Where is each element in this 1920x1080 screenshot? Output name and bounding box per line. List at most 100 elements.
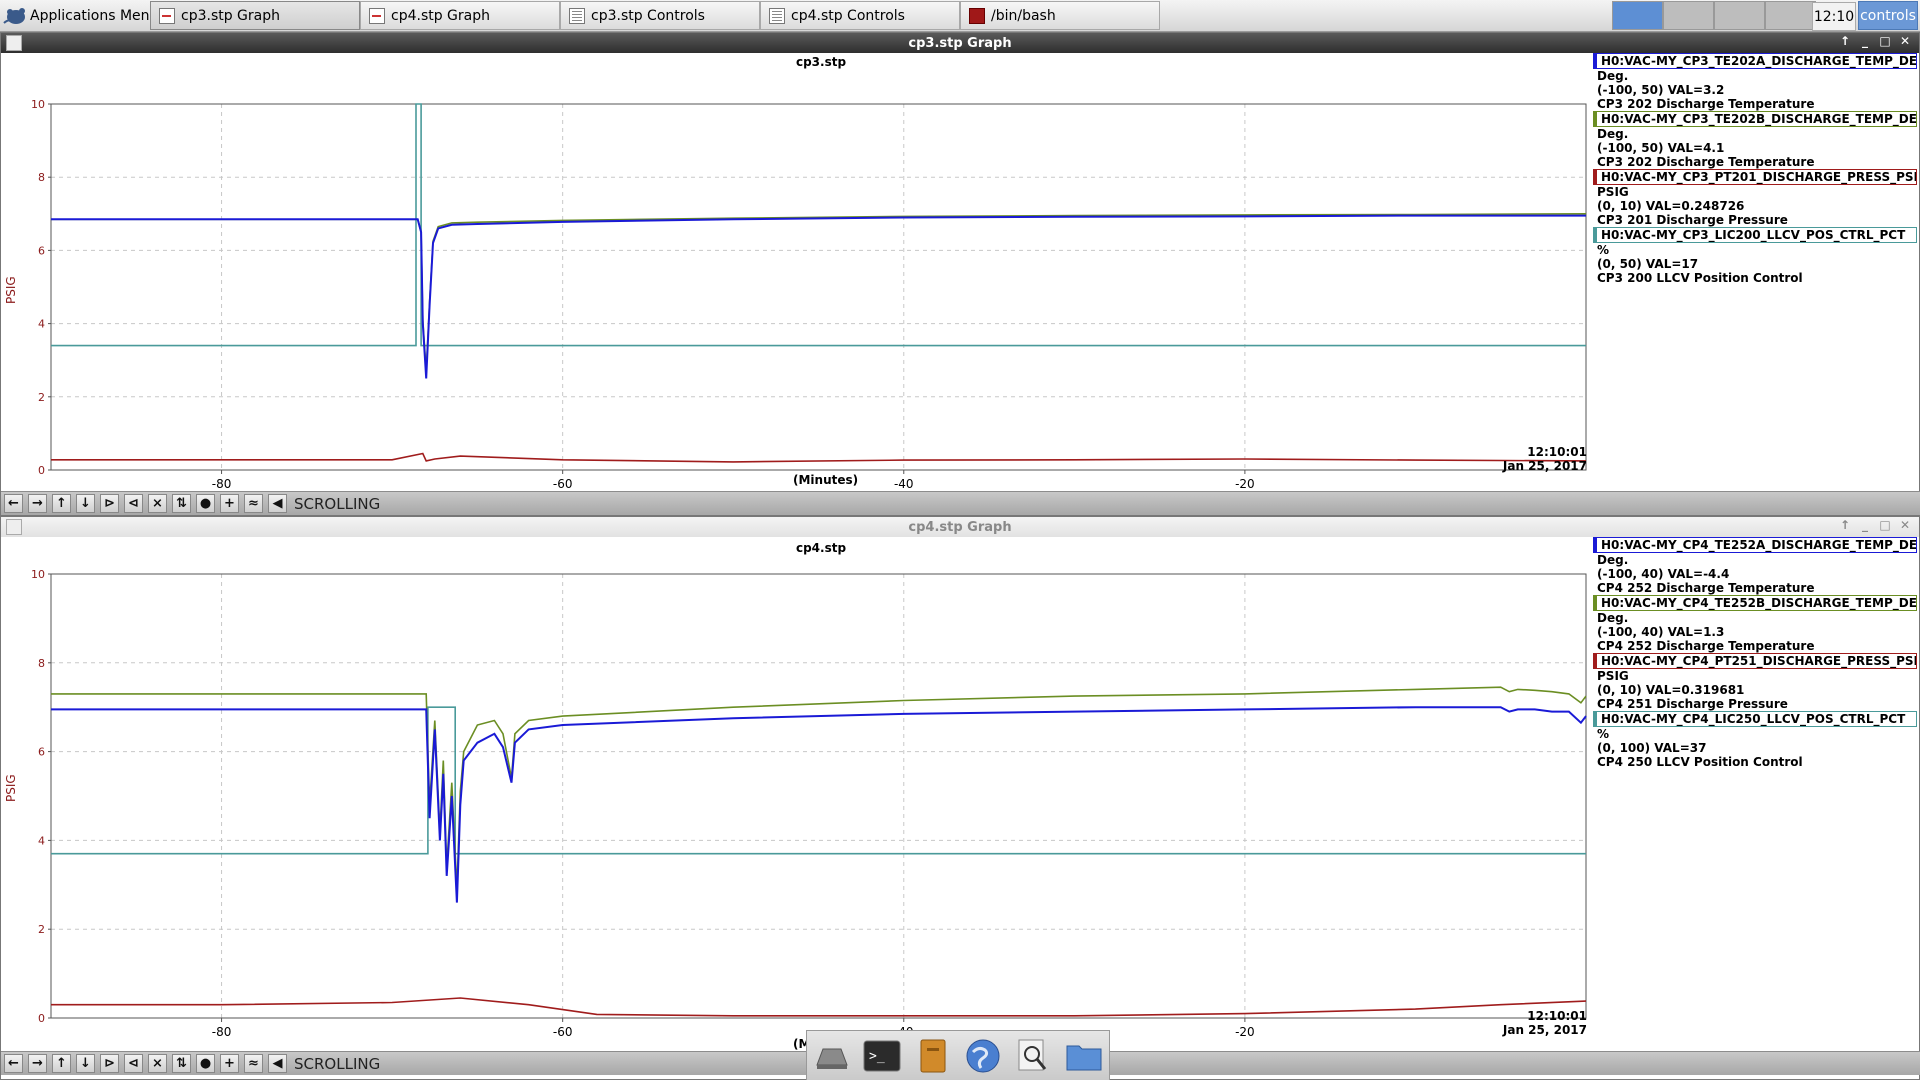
legend-desc: CP3 202 Discharge Temperature <box>1597 97 1815 111</box>
task-bin-bash[interactable]: /bin/bash <box>960 1 1160 30</box>
chart-mode-button[interactable]: ≈ <box>244 494 263 513</box>
zoom-out-y-button[interactable]: ⇅ <box>172 494 191 513</box>
web-browser-icon[interactable] <box>964 1037 1002 1075</box>
record-button[interactable]: ● <box>196 494 215 513</box>
scroll-down-button[interactable]: ↓ <box>76 494 95 513</box>
terminal-icon <box>969 7 985 24</box>
legend-units: Deg. <box>1597 127 1629 141</box>
scroll-up-button[interactable]: ↑ <box>52 1054 71 1073</box>
legend: H0:VAC-MY_CP3_TE202A_DISCHARGE_TEMP_DEGC… <box>1593 53 1917 285</box>
add-button[interactable]: + <box>220 494 239 513</box>
scroll-right-button[interactable]: → <box>28 1054 47 1073</box>
y-tick-label: 8 <box>38 171 45 184</box>
zoom-in-y-button[interactable]: ⨯ <box>148 494 167 513</box>
x-now-time: 12:10:01 <box>1527 445 1587 459</box>
y-tick-label: 8 <box>38 657 45 670</box>
plot-area[interactable]: 0246810-80-60-40-20 <box>1 537 1591 1057</box>
window-title: cp3.stp Graph <box>908 35 1012 51</box>
graph-toolbar: ← → ↑ ↓ ⊳ ⊲ ⨯ ⇅ ● + ≈ ◀ SCROLLING <box>1 491 1920 515</box>
zoom-in-x-button[interactable]: ⊳ <box>100 494 119 513</box>
close-icon[interactable]: ✕ <box>1899 518 1911 532</box>
home-drive-icon[interactable] <box>813 1037 851 1075</box>
task-cp3-graph[interactable]: cp3.stp Graph <box>150 1 360 30</box>
terminal-icon[interactable]: >_ <box>863 1037 901 1075</box>
add-button[interactable]: + <box>220 1054 239 1073</box>
shade-icon[interactable]: ↑ <box>1839 34 1851 48</box>
legend-units: Deg. <box>1597 69 1629 83</box>
rewind-button[interactable]: ◀ <box>268 494 287 513</box>
legend-signal-name[interactable]: H0:VAC-MY_CP3_PT201_DISCHARGE_PRESS_PSIG <box>1593 169 1917 185</box>
workspace-1[interactable] <box>1612 1 1663 30</box>
legend-signal-name[interactable]: H0:VAC-MY_CP3_TE202A_DISCHARGE_TEMP_DEGC <box>1593 53 1917 69</box>
zoom-in-y-button[interactable]: ⨯ <box>148 1054 167 1073</box>
legend-item[interactable]: H0:VAC-MY_CP4_PT251_DISCHARGE_PRESS_PSIG… <box>1593 653 1917 711</box>
legend-item[interactable]: H0:VAC-MY_CP4_TE252A_DISCHARGE_TEMP_DEGC… <box>1593 537 1917 595</box>
x-tick-label: -20 <box>1235 477 1255 491</box>
close-icon[interactable]: ✕ <box>1899 34 1911 48</box>
legend-signal-name[interactable]: H0:VAC-MY_CP3_LIC200_LLCV_POS_CTRL_PCT <box>1593 227 1917 243</box>
graph-icon <box>369 7 385 24</box>
legend-range-val: (0, 10) VAL=0.319681 <box>1597 683 1745 697</box>
folder-icon[interactable] <box>1065 1037 1103 1075</box>
legend-signal-name[interactable]: H0:VAC-MY_CP4_TE252B_DISCHARGE_TEMP_DEGC <box>1593 595 1917 611</box>
zoom-in-x-button[interactable]: ⊳ <box>100 1054 119 1073</box>
plot-area[interactable]: 0246810-80-60-40-20 <box>1 53 1591 493</box>
zoom-out-y-button[interactable]: ⇅ <box>172 1054 191 1073</box>
maximize-icon[interactable]: □ <box>1879 34 1891 48</box>
window-titlebar[interactable]: cp3.stp Graph ↑ _ □ ✕ <box>1 33 1919 53</box>
legend-desc: CP4 252 Discharge Temperature <box>1597 639 1815 653</box>
scroll-down-button[interactable]: ↓ <box>76 1054 95 1073</box>
zoom-out-x-button[interactable]: ⊲ <box>124 1054 143 1073</box>
taskbar: Applications Menu cp3.stp Graph cp4.stp … <box>0 0 1920 32</box>
scroll-up-button[interactable]: ↑ <box>52 494 71 513</box>
shade-icon[interactable]: ↑ <box>1839 518 1851 532</box>
legend-item[interactable]: H0:VAC-MY_CP3_TE202A_DISCHARGE_TEMP_DEGC… <box>1593 53 1917 111</box>
x-tick-label: -80 <box>212 1025 232 1039</box>
legend-signal-name[interactable]: H0:VAC-MY_CP4_TE252A_DISCHARGE_TEMP_DEGC <box>1593 537 1917 553</box>
x-tick-label: -60 <box>553 1025 573 1039</box>
workspace-4[interactable] <box>1765 1 1816 30</box>
user-button[interactable]: controls <box>1858 1 1918 30</box>
legend-item[interactable]: H0:VAC-MY_CP4_LIC250_LLCV_POS_CTRL_PCT%(… <box>1593 711 1917 769</box>
legend-signal-name[interactable]: H0:VAC-MY_CP4_LIC250_LLCV_POS_CTRL_PCT <box>1593 711 1917 727</box>
workspace-2[interactable] <box>1663 1 1714 30</box>
zoom-out-x-button[interactable]: ⊲ <box>124 494 143 513</box>
window-titlebar[interactable]: cp4.stp Graph ↑ _ □ ✕ <box>1 517 1919 537</box>
rewind-button[interactable]: ◀ <box>268 1054 287 1073</box>
file-manager-icon[interactable] <box>914 1037 952 1075</box>
clock: 12:10 <box>1812 2 1856 31</box>
scroll-right-button[interactable]: → <box>28 494 47 513</box>
search-icon[interactable] <box>1014 1037 1052 1075</box>
minimize-icon[interactable]: _ <box>1859 518 1871 532</box>
scroll-left-button[interactable]: ← <box>4 1054 23 1073</box>
task-cp4-controls[interactable]: cp4.stp Controls <box>760 1 960 30</box>
maximize-icon[interactable]: □ <box>1879 518 1891 532</box>
plot-frame <box>50 573 1587 1019</box>
workspace-pager <box>1612 1 1816 30</box>
window-menu-icon[interactable] <box>6 519 22 535</box>
chart-mode-button[interactable]: ≈ <box>244 1054 263 1073</box>
task-cp3-controls[interactable]: cp3.stp Controls <box>560 1 760 30</box>
applications-menu[interactable]: Applications Menu <box>2 2 158 29</box>
x-now-date: Jan 25, 2017 <box>1502 459 1587 473</box>
series-line-4 <box>51 706 1586 855</box>
series-line-3 <box>51 997 1587 1017</box>
y-tick-label: 6 <box>38 244 45 257</box>
legend-signal-name[interactable]: H0:VAC-MY_CP3_TE202B_DISCHARGE_TEMP_DEGC <box>1593 111 1917 127</box>
legend-item[interactable]: H0:VAC-MY_CP4_TE252B_DISCHARGE_TEMP_DEGC… <box>1593 595 1917 653</box>
minimize-icon[interactable]: _ <box>1859 34 1871 48</box>
task-cp4-graph[interactable]: cp4.stp Graph <box>360 1 560 30</box>
task-label: cp4.stp Graph <box>391 7 491 24</box>
legend-item[interactable]: H0:VAC-MY_CP3_LIC200_LLCV_POS_CTRL_PCT%(… <box>1593 227 1917 285</box>
legend-signal-name[interactable]: H0:VAC-MY_CP4_PT251_DISCHARGE_PRESS_PSIG <box>1593 653 1917 669</box>
workspace-3[interactable] <box>1714 1 1765 30</box>
legend-item[interactable]: H0:VAC-MY_CP3_PT201_DISCHARGE_PRESS_PSIG… <box>1593 169 1917 227</box>
legend-item[interactable]: H0:VAC-MY_CP3_TE202B_DISCHARGE_TEMP_DEGC… <box>1593 111 1917 169</box>
record-button[interactable]: ● <box>196 1054 215 1073</box>
window-menu-icon[interactable] <box>6 35 22 51</box>
series-line-2 <box>51 686 1587 890</box>
legend-range-val: (-100, 50) VAL=4.1 <box>1597 141 1725 155</box>
scroll-left-button[interactable]: ← <box>4 494 23 513</box>
task-label: cp3.stp Controls <box>591 7 705 24</box>
y-tick-label: 6 <box>38 746 45 759</box>
